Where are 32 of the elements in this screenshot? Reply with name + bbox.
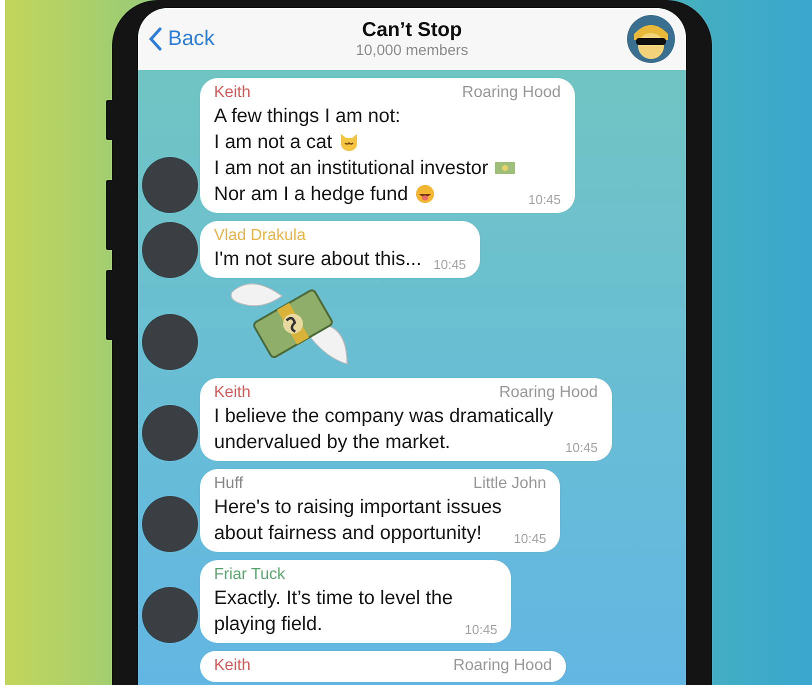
back-chevron-icon	[148, 27, 162, 51]
grinning-face-icon	[414, 184, 436, 204]
message-text: I am not a cat	[214, 130, 332, 155]
message-text: A few things I am not:	[214, 104, 400, 129]
banknote-icon	[494, 160, 516, 176]
member-count: 10,000 members	[356, 42, 468, 59]
message-text: I'm not sure about this...	[214, 247, 422, 272]
message-text: Here's to raising important issues	[214, 495, 502, 520]
message-text: Exactly. It’s time to level the	[214, 586, 453, 611]
member-title: Little John	[473, 474, 546, 494]
message-time: 10:45	[464, 622, 498, 637]
message-text: playing field.	[214, 612, 322, 637]
sender-name[interactable]: Keith	[214, 383, 250, 403]
message-time: 10:45	[565, 440, 598, 455]
message-time: 10:45	[434, 257, 466, 272]
message-time: 10:45	[514, 531, 546, 546]
member-title: Roaring Hood	[499, 383, 598, 403]
member-title: Roaring Hood	[462, 83, 561, 103]
sender-name[interactable]: Keith	[214, 656, 250, 676]
sender-name[interactable]: Friar Tuck	[214, 565, 286, 585]
message-text: I believe the company was dramatically	[214, 404, 554, 429]
message-time: 10:45	[528, 192, 561, 207]
sender-name[interactable]: Huff	[214, 474, 244, 494]
back-button[interactable]: Back	[148, 27, 278, 51]
sender-name[interactable]: Keith	[214, 83, 250, 103]
message-text: about fairness and opportunity!	[214, 521, 482, 546]
message-text: undervalued by the market.	[214, 430, 450, 455]
message-text: I am not an institutional investor	[214, 156, 488, 181]
message-text: Nor am I a hedge fund	[214, 182, 408, 207]
chat-title: Can’t Stop	[362, 19, 462, 42]
cartoon-avatar-icon[interactable]	[626, 14, 676, 64]
member-title: Roaring Hood	[453, 656, 552, 676]
